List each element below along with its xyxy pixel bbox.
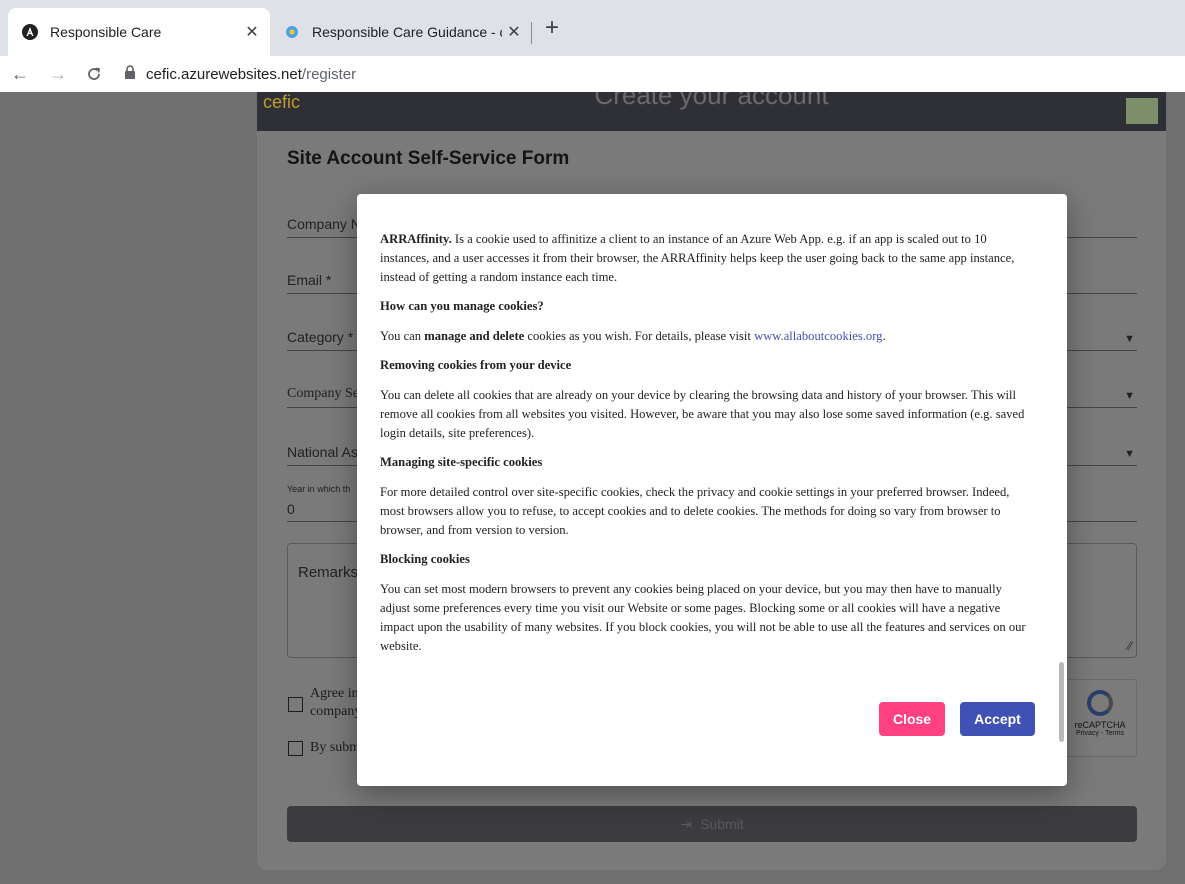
tab-responsible-care[interactable]: Responsible Care ✕ <box>8 8 270 56</box>
address-bar[interactable]: cefic.azurewebsites.net/register <box>118 59 1178 89</box>
tab-guidance[interactable]: Responsible Care Guidance - cefi ✕ <box>270 8 532 56</box>
agree-checkbox[interactable] <box>288 697 303 712</box>
gear-flower-icon <box>284 24 300 40</box>
url-path: /register <box>301 65 357 83</box>
arraffinity-paragraph: ARRAffinity. Is a cookie used to affinit… <box>380 232 1015 284</box>
allaboutcookies-link[interactable]: www.allaboutcookies.org <box>754 329 882 343</box>
tab-separator <box>531 22 532 44</box>
blocking-cookies-paragraph: You can set most modern browsers to prev… <box>380 582 1026 653</box>
dropdown-arrow-icon: ▼ <box>1124 390 1135 402</box>
cookie-policy-content: ARRAffinity. Is a cookie used to affinit… <box>380 230 1026 666</box>
removing-cookies-heading: Removing cookies from your device <box>380 358 572 372</box>
agree-text: Agree in company <box>310 686 362 719</box>
page-title: Create your account <box>594 92 829 110</box>
forward-arrow-icon[interactable]: → <box>44 60 72 88</box>
scrollbar-thumb[interactable] <box>1059 662 1064 742</box>
manage-cookies-paragraph: You can manage and delete cookies as you… <box>380 329 886 343</box>
recaptcha-label: reCAPTCHA <box>1074 720 1126 730</box>
url-host: cefic.azurewebsites.net <box>146 65 302 83</box>
site-specific-cookies-paragraph: For more detailed control over site-spec… <box>380 485 1010 537</box>
submit-consent-text: By subm <box>310 740 361 755</box>
tab-close-icon[interactable]: ✕ <box>240 20 264 44</box>
dropdown-arrow-icon: ▼ <box>1124 333 1135 345</box>
dropdown-arrow-icon: ▼ <box>1124 448 1135 460</box>
recaptcha-links[interactable]: Privacy - Terms <box>1064 730 1136 737</box>
page-backdrop: cefic Create your account Site Account S… <box>0 92 1185 884</box>
submit-button[interactable]: ⇥ Submit <box>287 806 1137 842</box>
form-title: Site Account Self-Service Form <box>287 148 570 169</box>
submit-label: Submit <box>700 816 744 832</box>
recaptcha-icon <box>1087 690 1113 716</box>
browser-toolbar: ← → cefic.azurewebsites.net/register <box>0 56 1185 93</box>
reload-icon[interactable] <box>80 60 108 88</box>
manage-cookies-heading: How can you manage cookies? <box>380 299 544 313</box>
new-tab-button[interactable]: + <box>538 14 566 42</box>
angular-icon <box>22 24 38 40</box>
modal-scrollbar[interactable] <box>1057 216 1065 764</box>
lock-icon <box>124 65 140 83</box>
card-header: cefic Create your account <box>257 92 1166 131</box>
back-arrow-icon[interactable]: ← <box>6 60 34 88</box>
browser-tab-strip: Responsible Care ✕ Responsible Care Guid… <box>0 0 1185 56</box>
removing-cookies-paragraph: You can delete all cookies that are alre… <box>380 388 1025 440</box>
login-arrow-icon: ⇥ <box>680 815 693 832</box>
cookie-policy-dialog: ARRAffinity. Is a cookie used to affinit… <box>357 194 1067 786</box>
tab-title: Responsible Care <box>50 24 162 40</box>
tab-close-icon[interactable]: ✕ <box>502 20 526 44</box>
resize-grip-icon[interactable]: ⁄⁄ <box>1128 639 1132 653</box>
accept-button[interactable]: Accept <box>960 702 1035 736</box>
recaptcha-widget[interactable]: reCAPTCHA Privacy - Terms <box>1063 679 1137 757</box>
tab-title: Responsible Care Guidance - cefi <box>312 24 502 40</box>
submit-consent-checkbox[interactable] <box>288 741 303 756</box>
site-specific-cookies-heading: Managing site-specific cookies <box>380 455 543 469</box>
close-button[interactable]: Close <box>879 702 945 736</box>
blocking-cookies-heading: Blocking cookies <box>380 552 470 566</box>
responsible-care-logo <box>1126 98 1158 124</box>
